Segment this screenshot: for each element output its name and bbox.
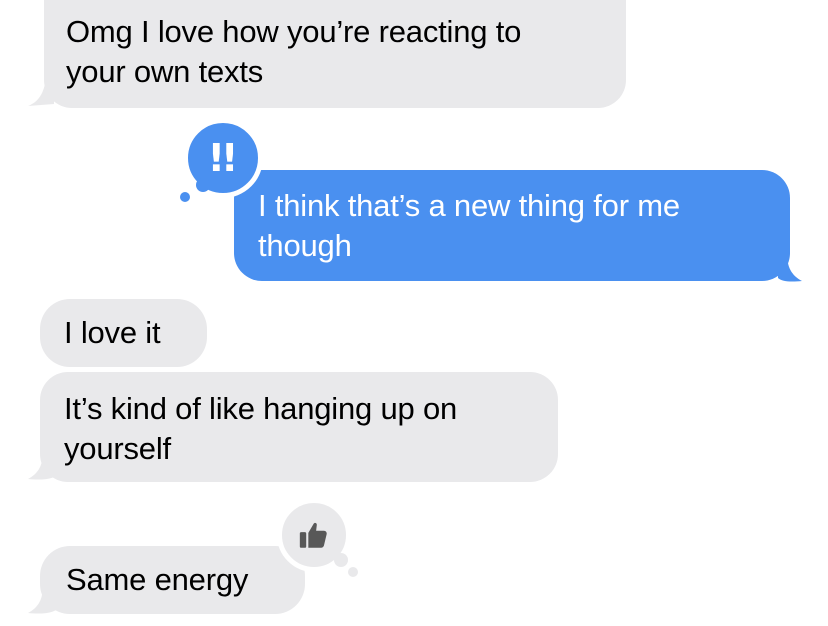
- message-text-line: I think that’s a new thing for me: [258, 188, 680, 223]
- message-text-line: yourself: [64, 431, 171, 466]
- reaction-tail-dot: [196, 178, 210, 192]
- incoming-bubble-tail: [28, 78, 54, 106]
- double-exclamation-icon: !!: [207, 136, 239, 180]
- message-text-line: though: [258, 228, 352, 263]
- reaction-tail-dot-small: [348, 567, 358, 577]
- thumbs-up-icon: [299, 522, 327, 548]
- incoming-message-bubble[interactable]: Same energy: [40, 546, 305, 614]
- outgoing-message-bubble[interactable]: I think that’s a new thing for me though: [234, 170, 790, 281]
- message-text-line: I love it: [64, 315, 161, 350]
- reaction-tail-dot: [334, 553, 348, 567]
- message-text-line: It’s kind of like hanging up on: [64, 391, 458, 426]
- message-text-line: Omg I love how you’re reacting to: [66, 14, 522, 49]
- message-text-line: your own texts: [66, 54, 264, 89]
- reaction-bubble[interactable]: !!: [183, 118, 263, 198]
- incoming-message-bubble[interactable]: It’s kind of like hanging up on yourself: [40, 372, 558, 482]
- incoming-message-bubble[interactable]: I love it: [40, 299, 207, 367]
- incoming-bubble-tail: [28, 452, 56, 480]
- incoming-bubble-tail: [28, 586, 56, 614]
- message-text-line: Same energy: [66, 562, 249, 597]
- incoming-message-bubble[interactable]: Omg I love how you’re reacting to your o…: [44, 0, 626, 108]
- outgoing-bubble-tail: [778, 254, 802, 282]
- reaction-tail-dot-small: [180, 192, 190, 202]
